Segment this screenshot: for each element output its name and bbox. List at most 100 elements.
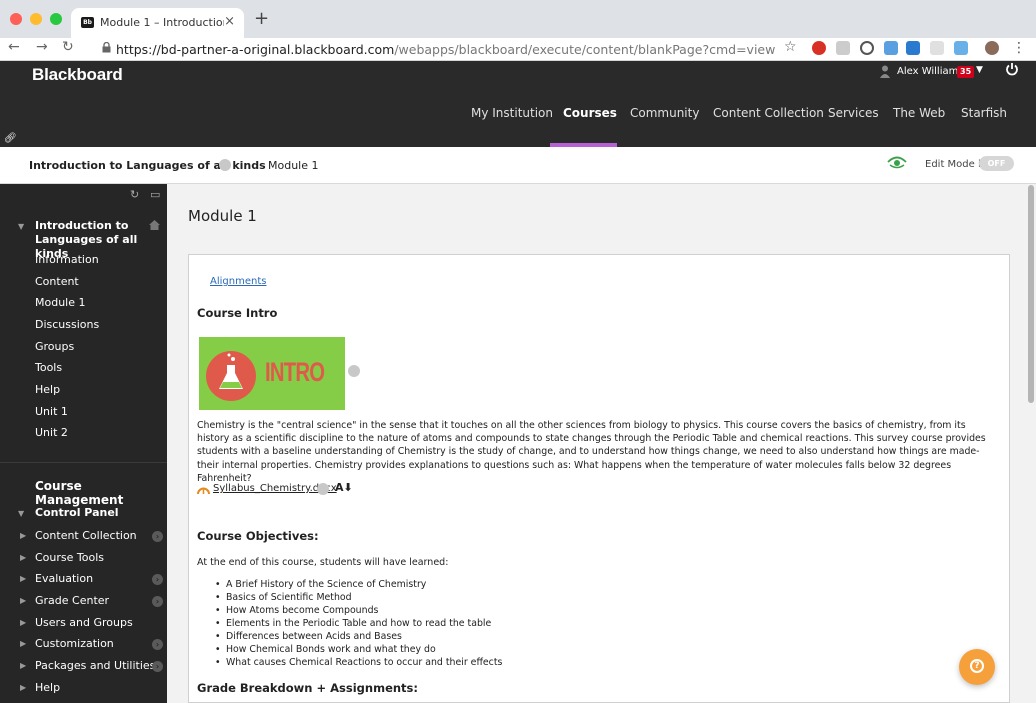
sidebar-item-groups[interactable]: Groups <box>35 340 74 353</box>
nav-courses[interactable]: Courses <box>563 106 617 120</box>
grade-breakdown-heading: Grade Breakdown + Assignments: <box>197 681 418 695</box>
url-path: /webapps/blackboard/execute/content/blan… <box>394 42 776 57</box>
minimize-window-icon[interactable] <box>30 13 42 25</box>
chevron-down-icon[interactable] <box>348 365 360 377</box>
intro-image-text: INTRO <box>265 357 325 387</box>
objectives-list: A Brief History of the Science of Chemis… <box>215 578 502 669</box>
browser-tab-bar: Bb Module 1 – Introduction to Lang × + <box>0 0 1036 38</box>
course-management-heading: Course Management <box>35 479 124 507</box>
control-panel-heading[interactable]: Control Panel <box>35 506 119 519</box>
arrow-right-icon[interactable]: › <box>152 639 163 650</box>
browser-tab[interactable]: Bb Module 1 – Introduction to Lang × <box>71 8 244 38</box>
tab-close-icon[interactable]: × <box>224 14 235 29</box>
course-description: Chemistry is the "central science" in th… <box>197 420 986 484</box>
cp-item-grade-center[interactable]: Grade Center <box>35 594 109 607</box>
user-name: Alex Williams <box>897 66 964 77</box>
expand-caret-icon[interactable]: ▶ <box>20 574 26 583</box>
expand-caret-icon[interactable]: ▶ <box>20 596 26 605</box>
arrow-right-icon[interactable]: › <box>152 661 163 672</box>
browser-menu-icon[interactable]: ⋮ <box>1012 40 1026 56</box>
help-button[interactable]: ? <box>959 649 995 685</box>
reload-icon[interactable]: ↻ <box>62 39 74 55</box>
help-icon: ? <box>970 659 984 673</box>
edit-mode-toggle[interactable]: OFF <box>979 156 1014 171</box>
collapse-caret-icon[interactable]: ▼ <box>18 222 24 231</box>
nav-the-web[interactable]: The Web <box>893 106 945 120</box>
sidebar-item-information[interactable]: Information <box>35 253 99 266</box>
list-item: How Atoms become Compounds <box>215 604 502 617</box>
cp-item-customization[interactable]: Customization <box>35 637 114 650</box>
url-input[interactable]: https://bd-partner-a-original.blackboard… <box>94 39 804 59</box>
power-icon[interactable] <box>1005 62 1019 76</box>
address-bar: ← → ↻ https://bd-partner-a-original.blac… <box>0 38 1036 61</box>
course-intro-heading: Course Intro <box>197 306 278 320</box>
download-icon[interactable]: A⬇ <box>335 481 353 494</box>
page-title: Module 1 <box>188 207 257 225</box>
extension-icon[interactable] <box>860 41 874 55</box>
chevron-down-icon[interactable] <box>219 159 231 171</box>
blackboard-logo[interactable]: Blackboard <box>32 65 123 85</box>
expand-caret-icon[interactable]: ▶ <box>20 553 26 562</box>
list-item: How Chemical Bonds work and what they do <box>215 643 502 656</box>
expand-caret-icon[interactable]: ▶ <box>20 618 26 627</box>
expand-caret-icon[interactable]: ▶ <box>20 531 26 540</box>
arrow-right-icon[interactable]: › <box>152 574 163 585</box>
arrow-right-icon[interactable]: › <box>152 596 163 607</box>
nav-starfish[interactable]: Starfish <box>961 106 1007 120</box>
sidebar-item-unit-2[interactable]: Unit 2 <box>35 426 68 439</box>
flask-icon <box>206 351 256 401</box>
maximize-window-icon[interactable] <box>50 13 62 25</box>
course-menu: ↻ ▭ ▼ Introduction to Languages of all k… <box>0 184 167 703</box>
chevron-down-icon[interactable] <box>317 483 329 495</box>
objectives-heading: Course Objectives: <box>197 529 319 543</box>
nav-community[interactable]: Community <box>630 106 699 120</box>
tab-title: Module 1 – Introduction to Lang <box>100 16 224 29</box>
back-icon[interactable]: ← <box>8 39 20 55</box>
profile-avatar[interactable] <box>985 41 999 55</box>
nav-my-institution[interactable]: My Institution <box>471 106 553 120</box>
content-item: Alignments Course Intro INTRO Chemistry … <box>188 254 1010 703</box>
alignments-link[interactable]: Alignments <box>210 276 266 287</box>
extension-icon[interactable] <box>930 41 944 55</box>
nav-content-collection[interactable]: Content Collection <box>713 106 824 120</box>
sidebar-item-content[interactable]: Content <box>35 275 79 288</box>
sidebar-item-tools[interactable]: Tools <box>35 361 62 374</box>
nav-services[interactable]: Services <box>828 106 879 120</box>
intro-image: INTRO <box>199 337 345 410</box>
sidebar-item-discussions[interactable]: Discussions <box>35 318 99 331</box>
list-item: Basics of Scientific Method <box>215 591 502 604</box>
cp-item-evaluation[interactable]: Evaluation <box>35 572 93 585</box>
expand-caret-icon[interactable]: ▶ <box>20 661 26 670</box>
extension-icon[interactable] <box>812 41 826 55</box>
expand-caret-icon[interactable]: ▶ <box>20 683 26 692</box>
cp-item-course-tools[interactable]: Course Tools <box>35 551 104 564</box>
blackboard-favicon-icon: Bb <box>81 17 94 28</box>
cp-item-users-and-groups[interactable]: Users and Groups <box>35 616 133 629</box>
list-item: A Brief History of the Science of Chemis… <box>215 578 502 591</box>
cp-item-help[interactable]: Help <box>35 681 60 694</box>
cp-item-content-collection[interactable]: Content Collection <box>35 529 137 542</box>
forward-icon[interactable]: → <box>36 39 48 55</box>
refresh-icon[interactable]: ↻ <box>130 188 139 201</box>
new-tab-icon[interactable]: + <box>254 10 269 28</box>
home-icon[interactable] <box>149 220 160 230</box>
sidebar-item-unit-1[interactable]: Unit 1 <box>35 405 68 418</box>
star-icon[interactable]: ☆ <box>784 39 797 55</box>
breadcrumb-current: Module 1 <box>268 159 319 172</box>
extension-icon[interactable] <box>884 41 898 55</box>
breadcrumb: Introduction to Languages of all kinds M… <box>0 147 1036 184</box>
extension-icon[interactable] <box>906 41 920 55</box>
close-window-icon[interactable] <box>10 13 22 25</box>
cp-item-packages-and-utilities[interactable]: Packages and Utilities <box>35 659 155 672</box>
folder-icon[interactable]: ▭ <box>150 188 160 201</box>
collapse-caret-icon[interactable]: ▼ <box>18 509 24 518</box>
extension-icon[interactable] <box>836 41 850 55</box>
list-item: What causes Chemical Reactions to occur … <box>215 656 502 669</box>
expand-caret-icon[interactable]: ▶ <box>20 639 26 648</box>
extension-icon[interactable] <box>954 41 968 55</box>
arrow-right-icon[interactable]: › <box>152 531 163 542</box>
sidebar-item-help[interactable]: Help <box>35 383 60 396</box>
page-scrollbar[interactable] <box>1028 185 1034 403</box>
eye-icon[interactable] <box>887 155 907 169</box>
sidebar-item-module-1[interactable]: Module 1 <box>35 296 86 309</box>
